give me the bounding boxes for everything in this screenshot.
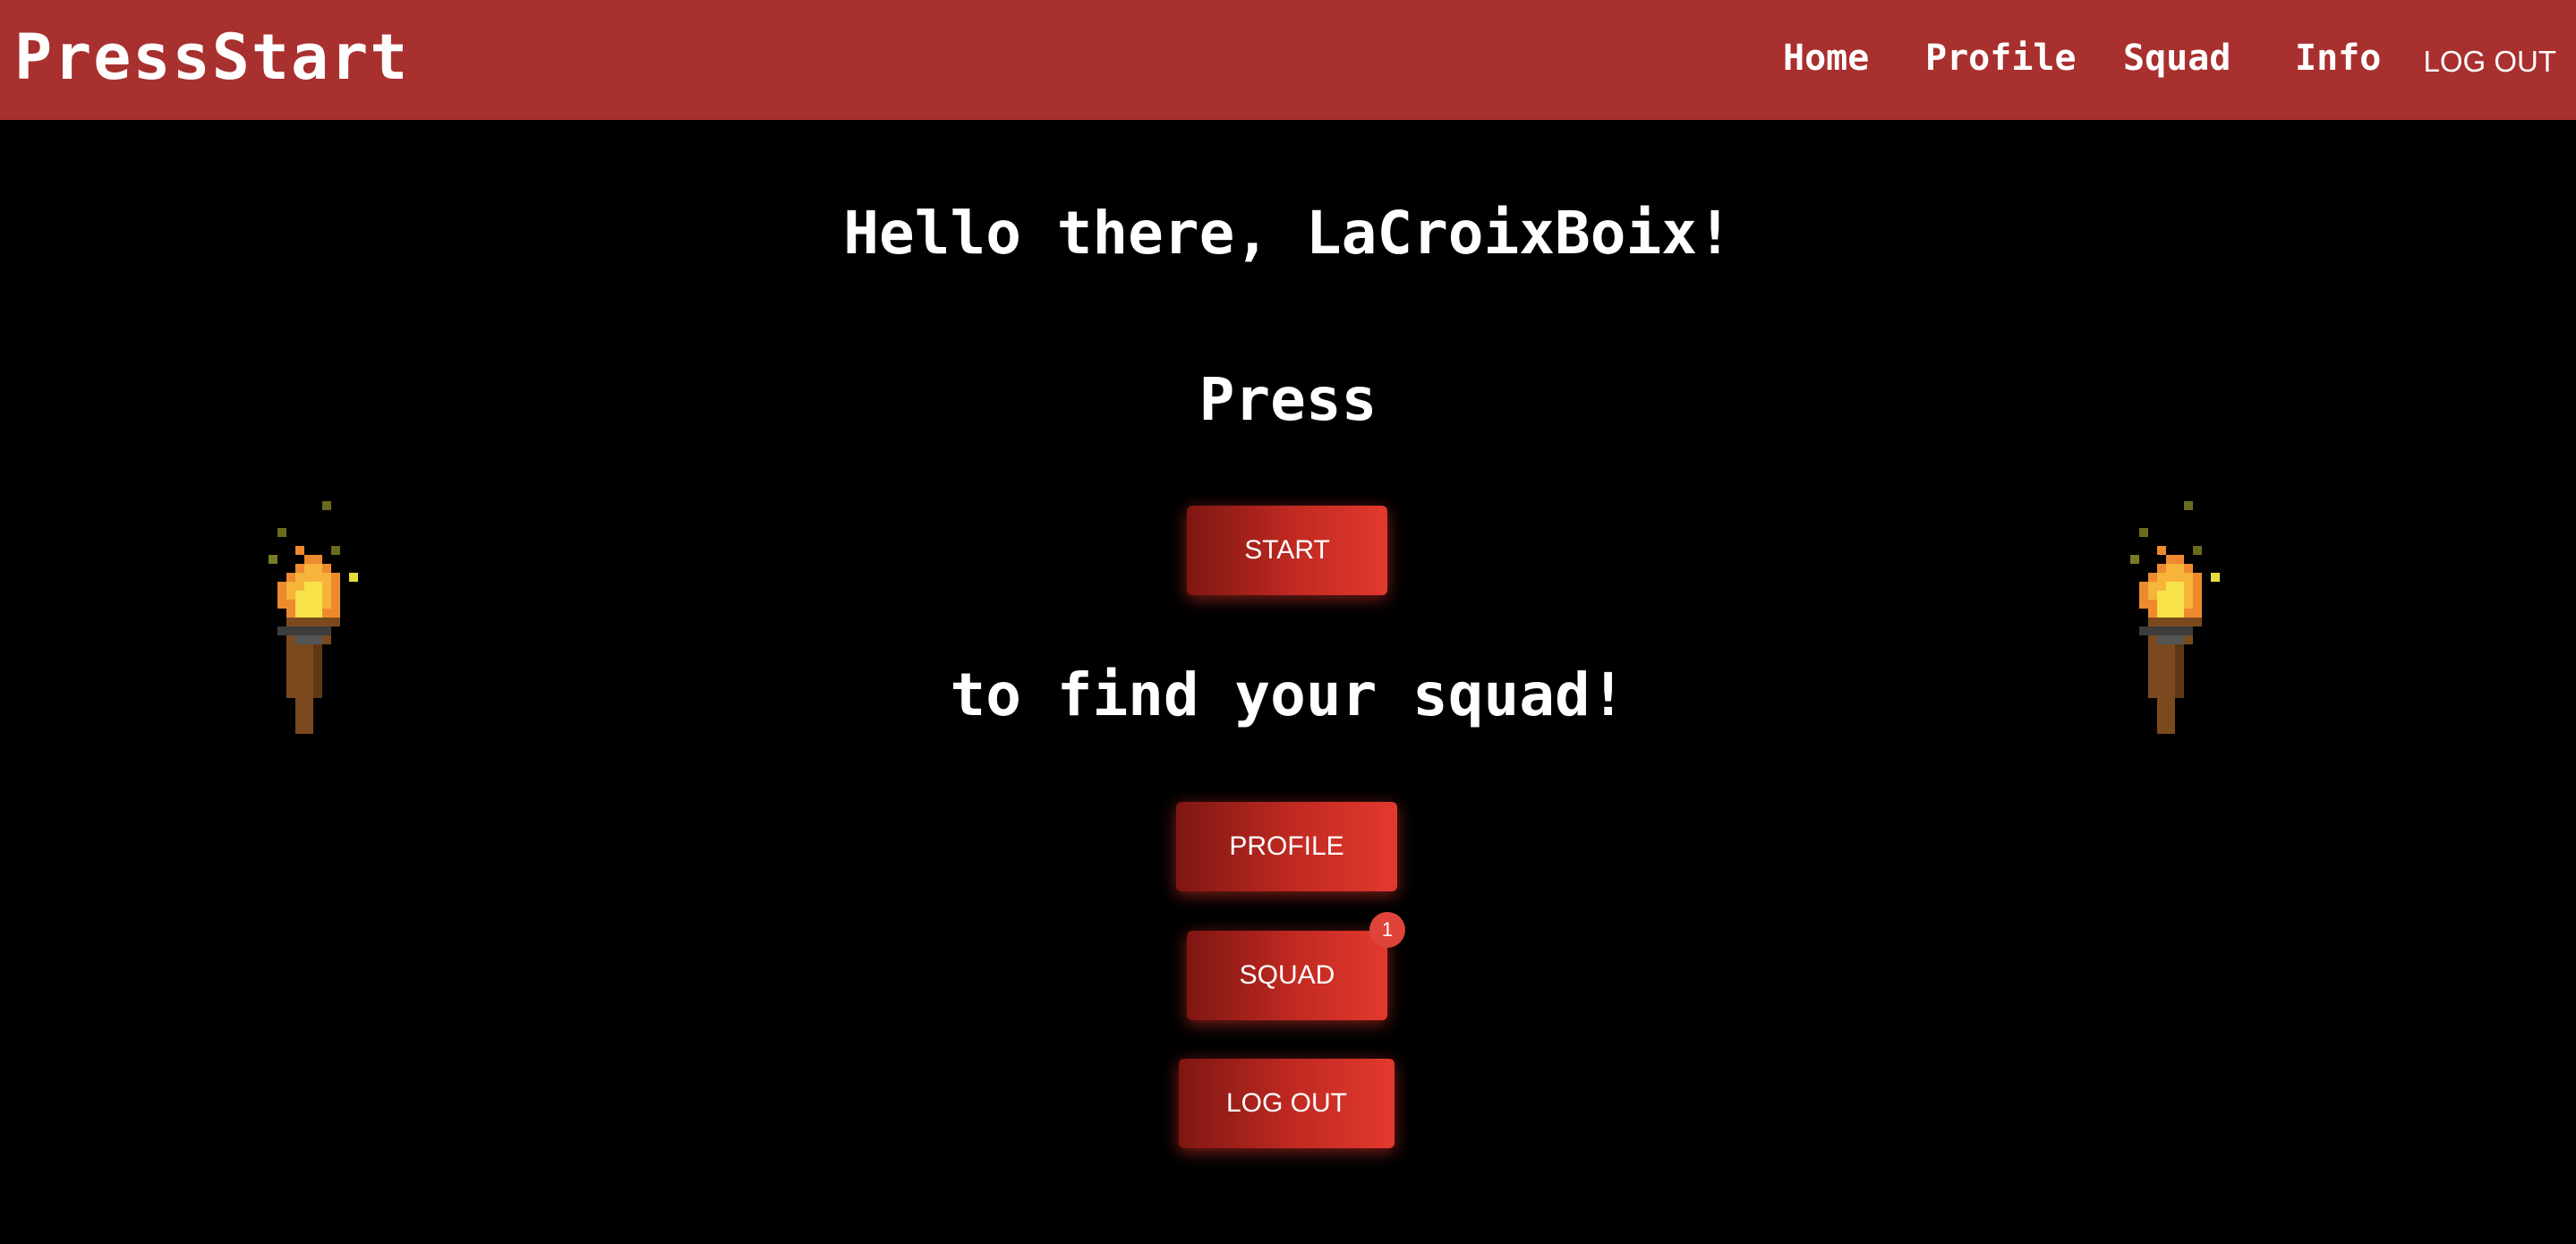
- nav-link-profile[interactable]: Profile: [1925, 36, 2077, 81]
- greeting-heading: Hello there, LaCroixBoix!: [843, 199, 1733, 268]
- torch-icon: [269, 501, 358, 734]
- profile-button[interactable]: PROFILE: [1176, 802, 1397, 891]
- squad-notification-badge: 1: [1369, 912, 1405, 948]
- top-navbar: PressStart Home Profile Squad Info LOG O…: [0, 0, 2576, 120]
- squad-button[interactable]: SQUAD: [1187, 931, 1387, 1020]
- start-button[interactable]: START: [1187, 506, 1387, 595]
- press-heading: Press: [1198, 365, 1378, 434]
- logout-button[interactable]: LOG OUT: [1179, 1059, 1395, 1148]
- nav-logout-link[interactable]: LOG OUT: [2423, 43, 2556, 81]
- nav-link-squad[interactable]: Squad: [2123, 36, 2231, 81]
- brand-logo-link[interactable]: PressStart: [14, 21, 409, 93]
- nav-link-home[interactable]: Home: [1783, 36, 1869, 81]
- torch-icon: [2130, 501, 2220, 734]
- nav-link-info[interactable]: Info: [2295, 36, 2381, 81]
